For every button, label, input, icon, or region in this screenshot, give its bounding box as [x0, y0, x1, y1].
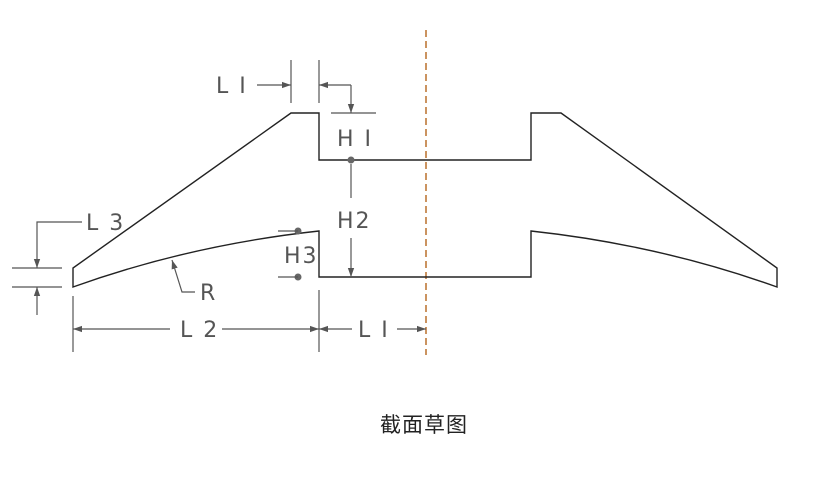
dimension-r: R — [171, 259, 217, 306]
point-h2-top — [347, 156, 355, 164]
dimension-l1-top: L I — [216, 60, 351, 103]
dimension-h1: H I — [331, 85, 376, 152]
label-l3: L 3 — [86, 211, 125, 236]
section-sketch: L I H I H2 H3 L 3 R L 2 L I 截面草图 — [12, 30, 778, 437]
label-h2: H2 — [337, 209, 372, 234]
label-r: R — [200, 281, 217, 306]
section-profile — [72, 112, 778, 288]
caption: 截面草图 — [380, 413, 468, 437]
label-h3: H3 — [284, 244, 319, 269]
label-l2: L 2 — [180, 318, 219, 343]
label-l1-bottom: L I — [358, 318, 390, 343]
dimension-l3: L 3 — [12, 211, 125, 315]
dimension-h2: H2 — [337, 156, 372, 277]
dimension-l1-bottom: L I — [319, 318, 426, 343]
dimension-l2: L 2 — [72, 290, 320, 352]
label-h1: H I — [337, 127, 373, 152]
label-l1-top: L I — [216, 74, 248, 99]
